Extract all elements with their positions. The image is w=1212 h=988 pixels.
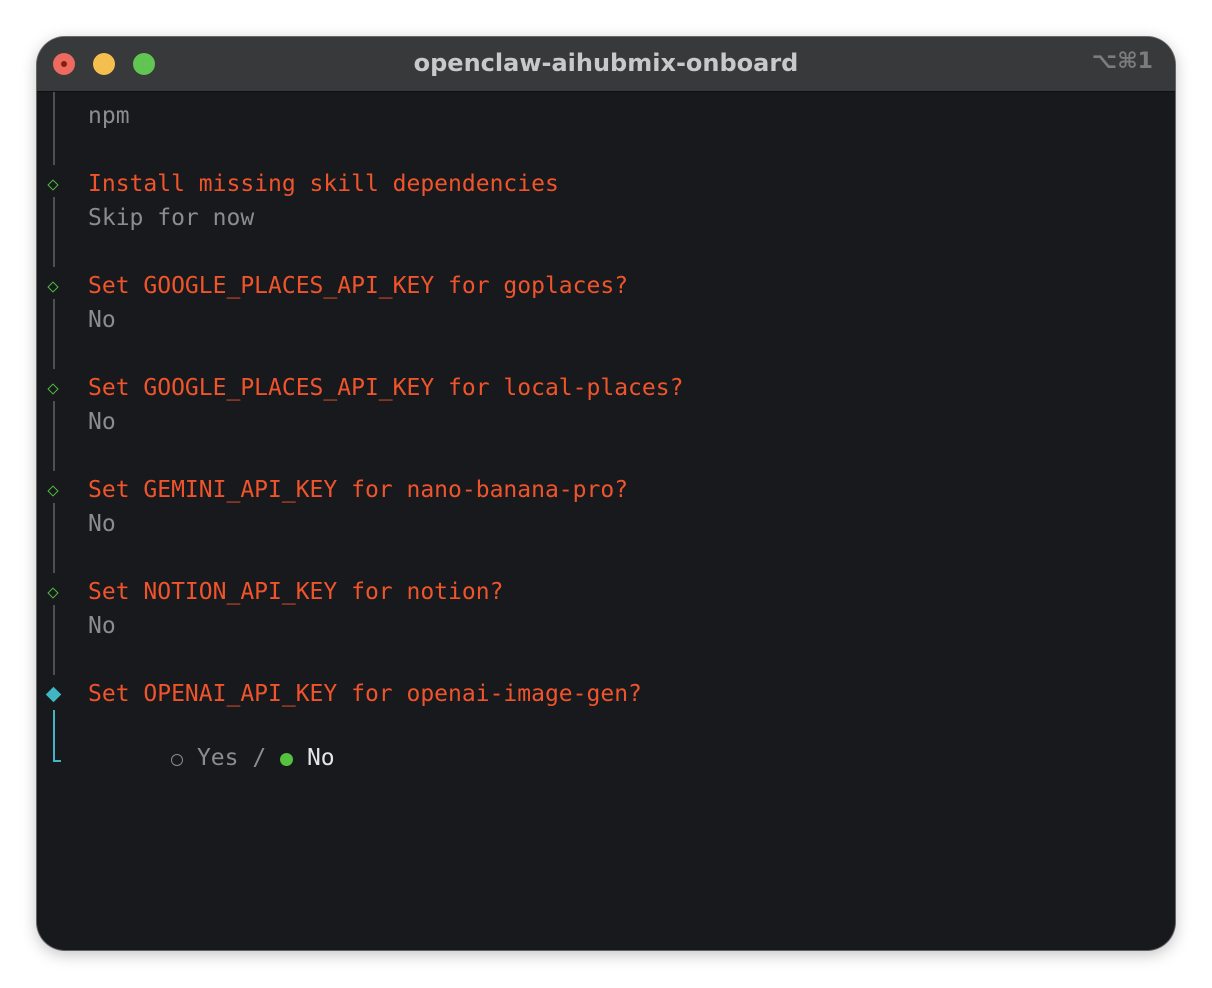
- step-question: Set NOTION_API_KEY for notion?: [88, 579, 504, 605]
- completed-step-diamond-icon: [47, 179, 59, 191]
- terminal-output[interactable]: npm Install missing skill dependencies S…: [37, 92, 1175, 950]
- step-question: Install missing skill dependencies: [88, 171, 559, 197]
- option-no-label: No: [306, 745, 335, 771]
- terminal-window: openclaw-aihubmix-onboard ⌥⌘1 npm Instal…: [37, 37, 1175, 950]
- active-connector-line: [53, 710, 55, 762]
- option-yes-label: Yes: [196, 745, 239, 771]
- connector-line: [53, 197, 55, 267]
- step-question: Set GOOGLE_PLACES_API_KEY for local-plac…: [88, 375, 684, 401]
- option-yes[interactable]: Yes: [171, 745, 239, 771]
- step-answer: No: [88, 307, 116, 333]
- connector-line: [53, 299, 55, 369]
- previous-answer: npm: [88, 103, 130, 129]
- step-question: Set GEMINI_API_KEY for nano-banana-pro?: [88, 477, 629, 503]
- radio-unselected-icon: [171, 754, 184, 766]
- yes-no-selector: Yes / No: [88, 713, 335, 803]
- step-answer: No: [88, 511, 116, 537]
- title-bar: openclaw-aihubmix-onboard ⌥⌘1: [37, 37, 1175, 92]
- connector-line: [53, 92, 55, 165]
- completed-step-diamond-icon: [47, 485, 59, 497]
- completed-step-diamond-icon: [47, 281, 59, 293]
- step-answer: No: [88, 409, 116, 435]
- connector-line: [53, 401, 55, 471]
- radio-selected-icon: [280, 753, 294, 766]
- option-separator: /: [252, 745, 267, 771]
- active-connector-end: [53, 760, 61, 762]
- option-no[interactable]: No: [280, 745, 335, 771]
- step-answer: Skip for now: [88, 205, 255, 231]
- completed-step-diamond-icon: [47, 383, 59, 395]
- window-shortcut-label: ⌥⌘1: [1091, 49, 1153, 74]
- completed-step-diamond-icon: [47, 587, 59, 599]
- connector-line: [53, 605, 55, 675]
- active-step-diamond-icon: [45, 686, 62, 703]
- window-title: openclaw-aihubmix-onboard: [413, 49, 799, 77]
- step-answer: No: [88, 613, 116, 639]
- active-prompt-question: Set OPENAI_API_KEY for openai-image-gen?: [88, 681, 642, 707]
- connector-line: [53, 503, 55, 573]
- step-question: Set GOOGLE_PLACES_API_KEY for goplaces?: [88, 273, 629, 299]
